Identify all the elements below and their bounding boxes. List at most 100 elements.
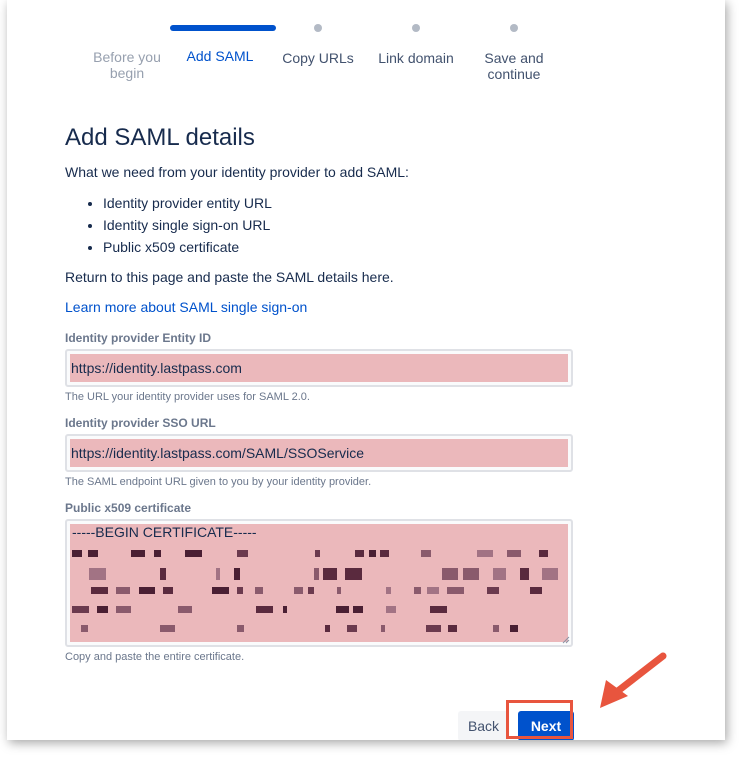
redaction-block bbox=[234, 568, 240, 580]
redaction-block bbox=[88, 550, 98, 557]
step-indicator-dot bbox=[510, 24, 518, 32]
redaction-block bbox=[542, 568, 558, 580]
resize-handle-icon[interactable] bbox=[562, 636, 570, 644]
learn-more-link[interactable]: Learn more about SAML single sign-on bbox=[65, 299, 307, 315]
page-title: Add SAML details bbox=[65, 124, 255, 151]
entity-id-input[interactable] bbox=[67, 351, 571, 385]
redaction-block bbox=[323, 568, 337, 580]
redaction-block bbox=[477, 550, 493, 557]
intro-text: What we need from your identity provider… bbox=[65, 164, 409, 180]
step-indicator-dot bbox=[314, 24, 322, 32]
list-item: Identity provider entity URL bbox=[103, 192, 272, 214]
redaction-block bbox=[237, 587, 243, 594]
redaction-block bbox=[237, 625, 244, 632]
redaction-block bbox=[131, 550, 145, 557]
redaction-block bbox=[427, 587, 439, 594]
redaction-block bbox=[507, 550, 521, 557]
redaction-block bbox=[308, 587, 314, 594]
redaction-block bbox=[355, 550, 364, 557]
step-before-you-begin[interactable]: Before you begin bbox=[77, 22, 177, 81]
redaction-block bbox=[315, 550, 320, 557]
redaction-block bbox=[369, 550, 376, 557]
redaction-block bbox=[283, 606, 287, 613]
redaction-block bbox=[530, 587, 542, 594]
redaction-block bbox=[212, 587, 229, 594]
redaction-block bbox=[185, 550, 202, 557]
back-button[interactable]: Back bbox=[458, 711, 509, 740]
step-indicator-dot bbox=[412, 24, 420, 32]
list-item: Public x509 certificate bbox=[103, 236, 272, 258]
redaction-block bbox=[463, 568, 479, 580]
redaction-block bbox=[347, 625, 357, 632]
redaction-block bbox=[520, 568, 529, 580]
step-add-saml[interactable]: Add SAML bbox=[170, 22, 276, 64]
redaction-block bbox=[89, 568, 106, 580]
redaction-block bbox=[386, 587, 391, 594]
step-label: Save and continue bbox=[484, 50, 544, 82]
redaction-block bbox=[178, 606, 192, 613]
redaction-block bbox=[116, 606, 131, 613]
redaction-block bbox=[116, 587, 130, 594]
list-item: Identity single sign-on URL bbox=[103, 214, 272, 236]
redaction-block bbox=[447, 587, 464, 594]
redaction-block bbox=[381, 625, 385, 632]
redaction-block bbox=[72, 550, 82, 557]
entity-id-field[interactable] bbox=[65, 349, 573, 387]
redaction-block bbox=[72, 606, 89, 613]
step-label: Link domain bbox=[378, 50, 454, 66]
step-link-domain[interactable]: Link domain bbox=[366, 22, 466, 66]
step-label: Add SAML bbox=[186, 48, 254, 64]
step-save-and-continue[interactable]: Save and continue bbox=[464, 22, 564, 82]
progress-stepper: Before you begin Add SAML Copy URLs Link… bbox=[77, 22, 597, 92]
redaction-block bbox=[345, 568, 362, 580]
step-label: Copy URLs bbox=[282, 50, 354, 66]
redaction-block bbox=[426, 625, 441, 632]
redaction-block bbox=[91, 587, 108, 594]
entity-id-label: Identity provider Entity ID bbox=[65, 331, 212, 345]
redaction-block bbox=[216, 568, 220, 580]
redaction-block bbox=[160, 625, 175, 632]
redaction-block bbox=[493, 568, 506, 580]
redaction-block bbox=[337, 587, 341, 594]
certificate-textarea[interactable]: -----BEGIN CERTIFICATE----- bbox=[65, 519, 573, 647]
certificate-first-line: -----BEGIN CERTIFICATE----- bbox=[72, 524, 257, 540]
redaction-block bbox=[154, 550, 161, 557]
next-button-highlight-box bbox=[506, 700, 573, 739]
redaction-block bbox=[442, 568, 458, 580]
sso-url-field[interactable] bbox=[65, 434, 573, 472]
redaction-block bbox=[256, 606, 273, 613]
redaction-block bbox=[314, 568, 319, 580]
redaction-block bbox=[539, 550, 548, 557]
sso-url-input[interactable] bbox=[67, 436, 571, 470]
redaction-block bbox=[380, 550, 389, 557]
redaction-block bbox=[430, 606, 447, 613]
redaction-block bbox=[448, 625, 457, 632]
redaction-block bbox=[139, 587, 155, 594]
redaction-block bbox=[81, 625, 88, 632]
entity-id-help: The URL your identity provider uses for … bbox=[65, 391, 310, 403]
redaction-block bbox=[386, 606, 396, 613]
redaction-block bbox=[414, 587, 421, 594]
wizard-card: Before you begin Add SAML Copy URLs Link… bbox=[7, 0, 725, 740]
redaction-block bbox=[163, 587, 173, 594]
annotation-arrow-icon bbox=[600, 652, 667, 708]
step-indicator-active bbox=[170, 25, 276, 31]
redaction-block bbox=[510, 625, 518, 632]
redaction-block bbox=[493, 625, 499, 632]
return-note: Return to this page and paste the SAML d… bbox=[65, 269, 394, 285]
sso-url-label: Identity provider SSO URL bbox=[65, 416, 216, 430]
requirements-list: Identity provider entity URL Identity si… bbox=[79, 192, 272, 258]
certificate-help: Copy and paste the entire certificate. bbox=[65, 651, 245, 663]
redaction-block bbox=[97, 606, 108, 613]
redaction-block bbox=[336, 606, 349, 613]
redaction-block bbox=[487, 587, 499, 594]
redaction-block bbox=[325, 625, 330, 632]
sso-url-help: The SAML endpoint URL given to you by yo… bbox=[65, 476, 372, 488]
step-label: Before you begin bbox=[93, 49, 161, 81]
redaction-block bbox=[255, 587, 263, 594]
redaction-block bbox=[294, 587, 303, 594]
redaction-block bbox=[353, 606, 363, 613]
redaction-block bbox=[421, 550, 431, 557]
certificate-label: Public x509 certificate bbox=[65, 501, 192, 515]
step-copy-urls[interactable]: Copy URLs bbox=[268, 22, 368, 66]
